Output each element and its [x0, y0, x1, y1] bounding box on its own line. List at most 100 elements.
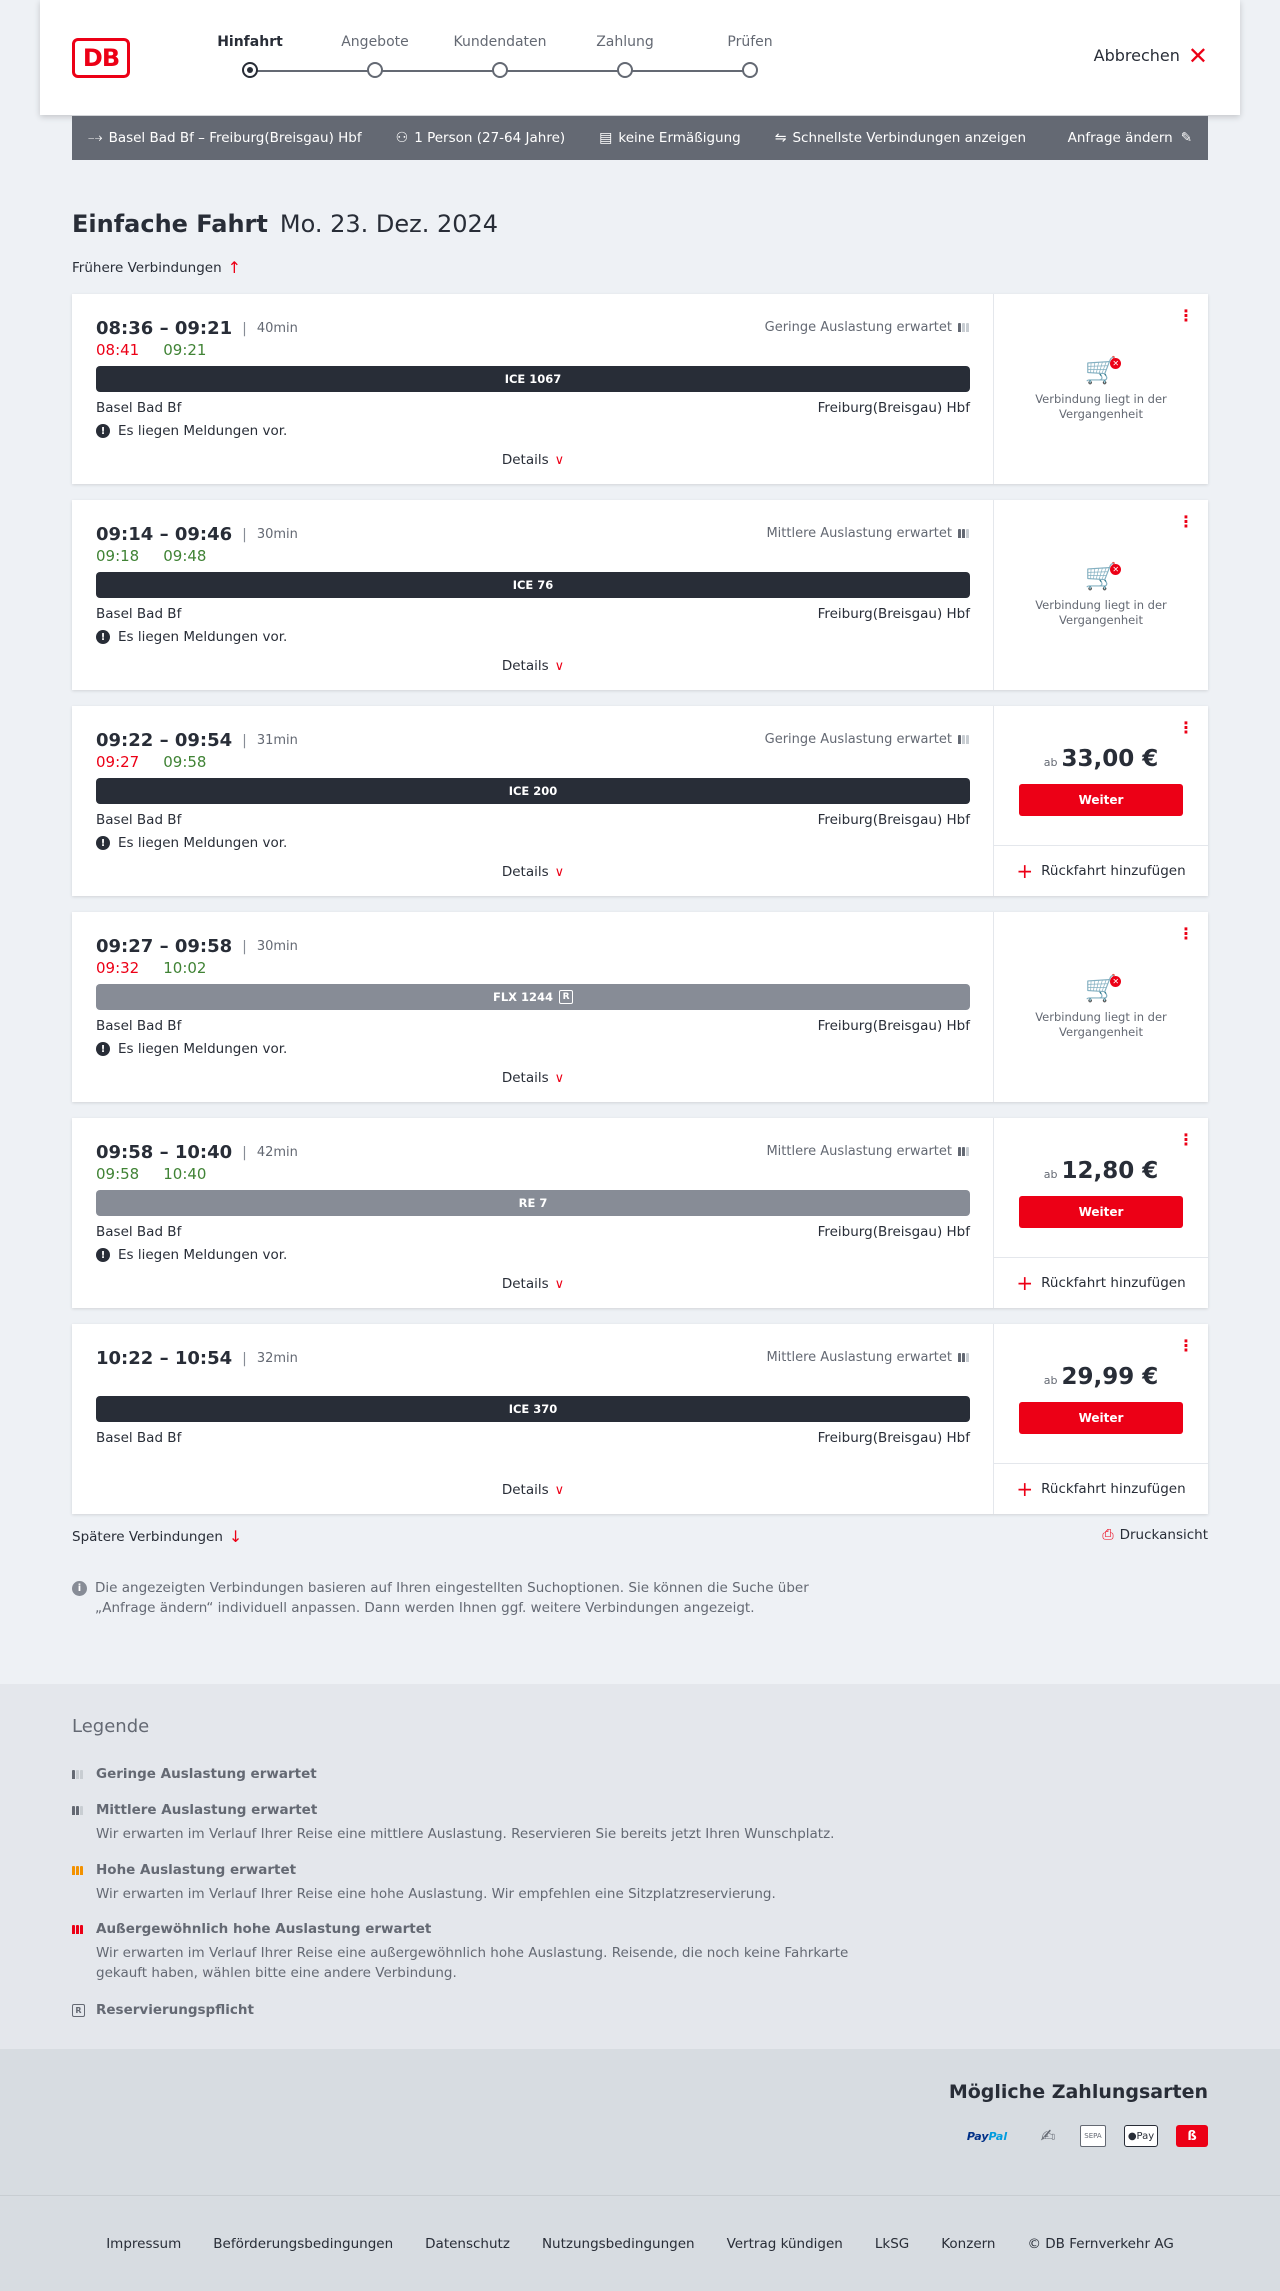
occupancy-low-icon [72, 1769, 88, 1779]
legend-item-desc: Wir erwarten im Verlauf Ihrer Reise eine… [96, 1826, 835, 1842]
details-toggle[interactable]: Details ∨ [72, 1482, 994, 1498]
db-logo[interactable]: DB [72, 38, 130, 78]
legend-section: Legende Geringe Auslastung erwartet Mitt… [0, 1684, 1280, 2049]
connection-card: 09:27 – 09:58 | 30min 09:32 10:02 FLX 1244 R Ba… [72, 912, 1208, 1102]
train-bar[interactable]: ICE 76 [96, 572, 970, 598]
footer-link-nutzungsbedingungen[interactable]: Nutzungsbedingungen [542, 2236, 695, 2252]
print-view-label: Druckansicht [1119, 1527, 1208, 1543]
price-box: ab 33,00 € Weiter [994, 706, 1208, 846]
realtime-arrival: 09:48 [163, 547, 207, 565]
arrow-down-icon: ↓ [228, 1527, 243, 1546]
add-return-label: Rückfahrt hinzufügen [1041, 1275, 1186, 1291]
trip-type: Einfache Fahrt [72, 210, 268, 238]
notice-text: Es liegen Meldungen vor. [118, 423, 288, 439]
time-range: 10:22 – 10:54 [96, 1348, 233, 1369]
train-bar[interactable]: ICE 200 [96, 778, 970, 804]
realtime-times: 09:18 09:48 [96, 547, 206, 565]
earlier-connections-link[interactable]: Frühere Verbindungen ↑ [72, 258, 241, 277]
step-kundendaten[interactable]: Kundendaten [430, 34, 570, 78]
step-zahlung[interactable]: Zahlung [555, 34, 695, 78]
search-summary-bar: ⤍ Basel Bad Bf – Freiburg(Breisgau) Hbf ⚇… [72, 116, 1208, 160]
details-toggle[interactable]: Details ∨ [72, 1070, 994, 1086]
realtime-departure: 09:18 [96, 547, 140, 565]
footer-link-impressum[interactable]: Impressum [106, 2236, 181, 2252]
connection-details: 09:22 – 09:54 | 31min Geringe Auslastung er… [72, 706, 994, 896]
details-toggle[interactable]: Details ∨ [72, 658, 994, 674]
person-icon: ⚇ [395, 130, 409, 146]
details-toggle[interactable]: Details ∨ [72, 452, 994, 468]
train-bar[interactable]: ICE 370 [96, 1396, 970, 1422]
occupancy-text: Mittlere Auslastung erwartet [766, 1144, 952, 1159]
separator: | [242, 526, 247, 543]
price-value: 29,99 € [1061, 1364, 1159, 1390]
edit-request-button[interactable]: Anfrage ändern ✎ [1068, 130, 1192, 146]
cancel-button[interactable]: Abbrechen ✕ [1094, 44, 1208, 68]
print-view-link[interactable]: ⎙ Druckansicht [1102, 1527, 1208, 1543]
origin-station: Basel Bad Bf [96, 812, 182, 828]
alert-icon: ! [96, 424, 110, 438]
realtime-departure: 09:32 [96, 959, 140, 977]
add-return-button[interactable]: + Rückfahrt hinzufügen [994, 1258, 1208, 1308]
destination-station: Freiburg(Breisgau) Hbf [817, 1224, 970, 1240]
origin-station: Basel Bad Bf [96, 400, 182, 416]
discount-summary: ▤ keine Ermäßigung [599, 130, 741, 146]
add-return-button[interactable]: + Rückfahrt hinzufügen [994, 1464, 1208, 1514]
db-pay-text: ß [1187, 2128, 1197, 2144]
stations: Basel Bad Bf Freiburg(Breisgau) Hbf [96, 1224, 970, 1240]
discount-text: keine Ermäßigung [618, 130, 741, 146]
price-box: ab 12,80 € Weiter [994, 1118, 1208, 1258]
train-bar[interactable]: RE 7 [96, 1190, 970, 1216]
occupancy-info: Geringe Auslastung erwartet [765, 732, 969, 747]
legend-item-title: Reservierungspflicht [96, 2002, 254, 2018]
step-label: Angebote [341, 34, 409, 50]
details-label: Details [501, 1070, 549, 1086]
footer-link-konzern[interactable]: Konzern [941, 2236, 995, 2252]
continue-label: Weiter [1078, 1411, 1124, 1425]
step-dot [367, 62, 383, 78]
past-connection-text: Verbindung liegt in der Vergangenheit [1035, 598, 1167, 627]
apple-pay-text: Pay [1136, 2130, 1155, 2142]
add-return-button[interactable]: + Rückfahrt hinzufügen [994, 846, 1208, 896]
footer-link-vertrag-kuendigen[interactable]: Vertrag kündigen [727, 2236, 843, 2252]
details-toggle[interactable]: Details ∨ [72, 1276, 994, 1292]
step-pruefen[interactable]: Prüfen [680, 34, 820, 78]
arrow-up-icon: ↑ [227, 258, 242, 277]
continue-button[interactable]: Weiter [1019, 1196, 1183, 1228]
details-toggle[interactable]: Details ∨ [72, 864, 994, 880]
footer-link-datenschutz[interactable]: Datenschutz [425, 2236, 510, 2252]
later-connections-link[interactable]: Spätere Verbindungen ↓ [72, 1527, 242, 1546]
connection-card: 08:36 – 09:21 | 40min Geringe Auslastung er… [72, 294, 1208, 484]
continue-button[interactable]: Weiter [1019, 784, 1183, 816]
route-summary: ⤍ Basel Bad Bf – Freiburg(Breisgau) Hbf [88, 130, 362, 146]
realtime-arrival: 09:21 [163, 341, 207, 359]
realtime-departure: 09:58 [96, 1165, 140, 1183]
footer-link-lksg[interactable]: LkSG [875, 2236, 909, 2252]
step-label: Zahlung [596, 34, 654, 50]
legend-item-desc: Wir erwarten im Verlauf Ihrer Reise eine… [96, 1886, 776, 1902]
train-bar[interactable]: FLX 1244 R [96, 984, 970, 1010]
connection-details: 09:14 – 09:46 | 30min Mittlere Auslastung e… [72, 500, 994, 690]
price: ab 12,80 € [1044, 1158, 1159, 1184]
stations: Basel Bad Bf Freiburg(Breisgau) Hbf [96, 1430, 970, 1446]
past-connection-info: 🛒 ✕ Verbindung liegt in der Vergangenheit [994, 500, 1208, 690]
destination-station: Freiburg(Breisgau) Hbf [817, 1018, 970, 1034]
card-icon: ▤ [599, 130, 613, 146]
details-label: Details [501, 1482, 549, 1498]
train-name: ICE 76 [512, 578, 554, 592]
past-connection-text: Verbindung liegt in der Vergangenheit [1035, 1010, 1167, 1039]
connection-details: 09:27 – 09:58 | 30min 09:32 10:02 FLX 1244 R Ba… [72, 912, 994, 1102]
step-angebote[interactable]: Angebote [305, 34, 445, 78]
legend-title: Legende [72, 1716, 150, 1737]
occupancy-high-icon [72, 1865, 88, 1875]
occupancy-icon [958, 735, 969, 744]
footer-link-befoerderungsbedingungen[interactable]: Beförderungsbedingungen [213, 2236, 393, 2252]
train-bar[interactable]: ICE 1067 [96, 366, 970, 392]
notice: ! Es liegen Meldungen vor. [96, 423, 287, 439]
search-info-text: Die angezeigten Verbindungen basieren au… [95, 1580, 809, 1616]
price-box: ab 29,99 € Weiter [994, 1324, 1208, 1464]
step-hinfahrt[interactable]: Hinfahrt [180, 34, 320, 78]
legend-item-title: Außergewöhnlich hohe Auslastung erwartet [96, 1921, 432, 1937]
continue-button[interactable]: Weiter [1019, 1402, 1183, 1434]
separator: | [242, 320, 247, 337]
notice-text: Es liegen Meldungen vor. [118, 1041, 288, 1057]
